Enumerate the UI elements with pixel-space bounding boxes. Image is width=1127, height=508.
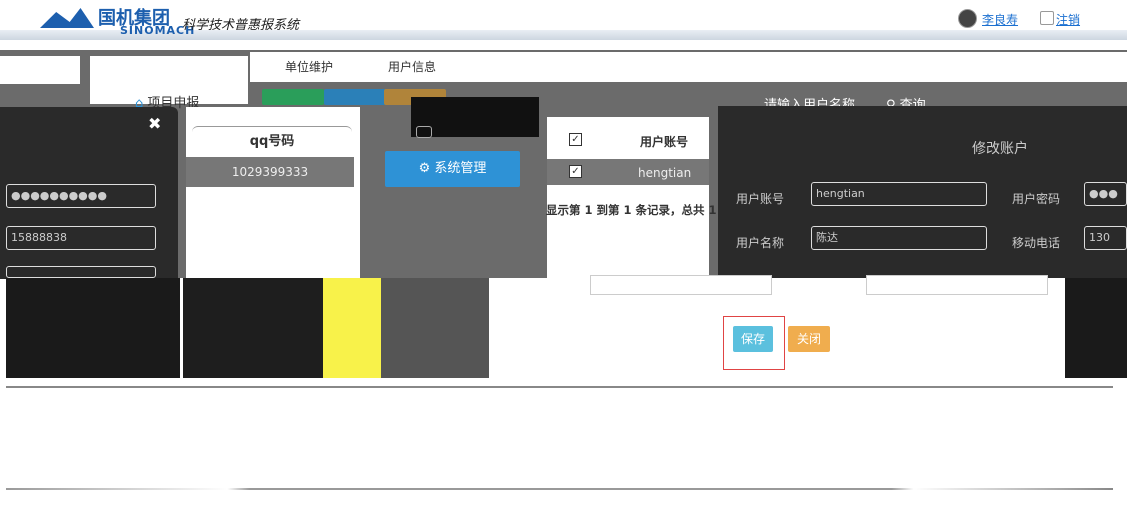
- edit-button[interactable]: [324, 89, 386, 105]
- name-field[interactable]: 陈达: [811, 226, 987, 250]
- modal-footer-left: [6, 278, 180, 378]
- name-label: 用户名称: [736, 236, 785, 250]
- password-field[interactable]: ●●●●●●●●●●: [6, 184, 156, 208]
- system-management-button[interactable]: ⚙ 系统管理: [385, 151, 520, 187]
- password-label: 用户密码: [1012, 192, 1061, 206]
- modal-footer-mid: [183, 278, 323, 378]
- tab-unit-maintenance[interactable]: 单位维护: [285, 58, 333, 75]
- phone-field[interactable]: 15888838: [6, 226, 156, 250]
- system-title: 科学技术普惠报系统: [182, 18, 300, 33]
- avatar: [958, 9, 977, 28]
- form-field[interactable]: [590, 275, 772, 295]
- gray-strip: [381, 278, 489, 378]
- user-account-header: 用户账号: [640, 135, 689, 149]
- modal-title: 修改账户: [972, 141, 1028, 157]
- tab-user-info[interactable]: 用户信息: [388, 58, 436, 75]
- select-all-checkbox[interactable]: ✓: [569, 133, 582, 146]
- logout-icon[interactable]: [1040, 11, 1054, 25]
- qq-column-header: qq号码: [192, 126, 352, 157]
- gear-icon: ⚙: [418, 161, 435, 176]
- modal-footer-right: [1065, 278, 1127, 378]
- table-row[interactable]: 1029399333: [186, 157, 354, 187]
- account-label: 用户账号: [736, 192, 785, 206]
- tab-bar: [250, 52, 1127, 82]
- extra-field[interactable]: [6, 266, 156, 278]
- close-button[interactable]: 关闭: [788, 326, 830, 352]
- mobile-label: 移动电话: [1012, 236, 1061, 250]
- sidebar-header: [0, 56, 80, 84]
- system-button-label: 系统管理: [434, 161, 487, 176]
- user-account-cell: hengtian: [638, 166, 692, 180]
- user-name-link[interactable]: 李良寿: [982, 11, 1018, 28]
- logout-link[interactable]: 注销: [1056, 11, 1080, 28]
- divider: [6, 386, 1113, 388]
- add-button[interactable]: [262, 89, 324, 105]
- highlight-bar: [323, 278, 381, 378]
- account-field[interactable]: hengtian: [811, 182, 987, 206]
- close-icon[interactable]: ✖: [148, 114, 161, 133]
- save-button[interactable]: 保存: [733, 326, 773, 352]
- pagination-info: 显示第 1 到第 1 条记录，总共 1 条: [546, 203, 733, 217]
- password-field[interactable]: ●●●: [1084, 182, 1127, 206]
- footer-divider: [6, 488, 1113, 490]
- row-checkbox[interactable]: ✓: [569, 165, 582, 178]
- menu-icon: [416, 126, 432, 138]
- mobile-field[interactable]: 130: [1084, 226, 1127, 250]
- form-field[interactable]: [866, 275, 1048, 295]
